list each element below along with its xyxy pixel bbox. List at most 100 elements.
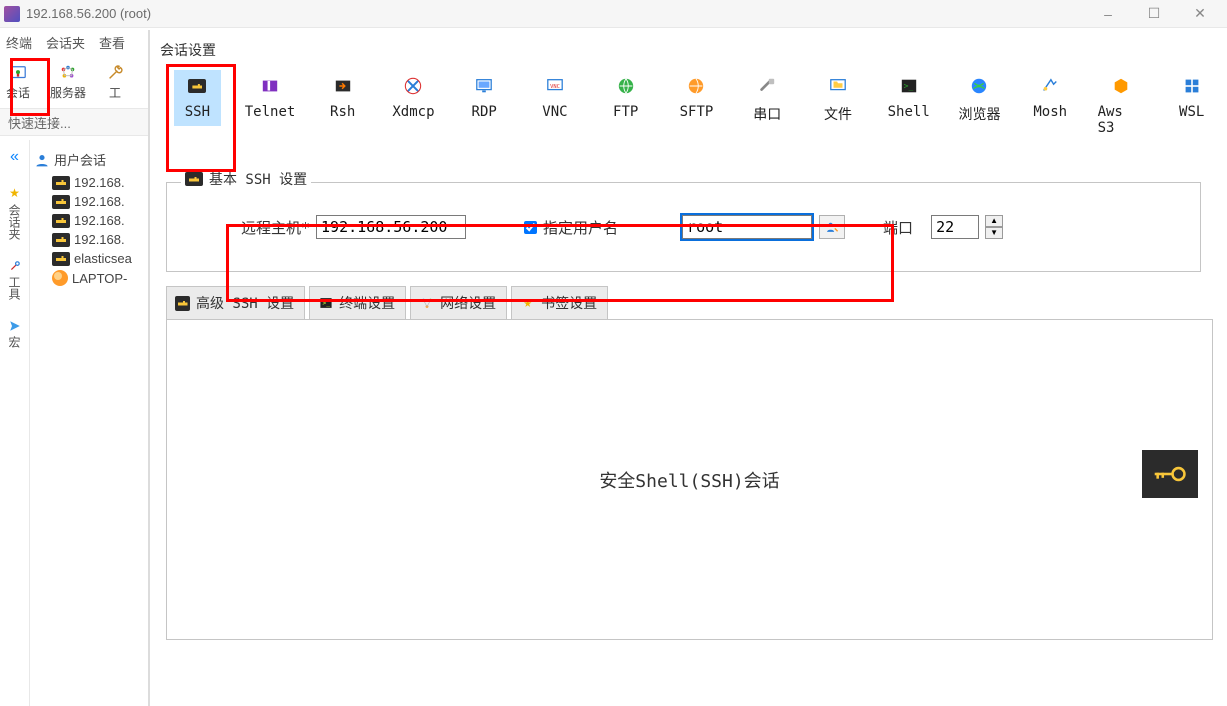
protocol-ssh-label: SSH: [185, 104, 210, 120]
close-button[interactable]: ✕: [1177, 0, 1223, 28]
minimize-button[interactable]: –: [1085, 0, 1131, 28]
tree-item-4[interactable]: 192.168.: [52, 232, 146, 247]
tab-network[interactable]: 网络设置: [410, 286, 507, 319]
protocol-rsh[interactable]: Rsh: [319, 70, 366, 126]
tab-terminal[interactable]: >_ 终端设置: [309, 286, 406, 319]
session-type-caption: 安全Shell(SSH)会话: [599, 467, 779, 493]
protocol-browser-label: 浏览器: [958, 104, 1000, 124]
toolbar-tools-label: 工: [109, 84, 121, 101]
tree-item-1-label: 192.168.: [74, 175, 125, 190]
rail-tab-tools[interactable]: 工具: [6, 260, 23, 300]
ssh-icon: [187, 76, 207, 96]
serial-icon: [757, 76, 777, 96]
rail-tab-sessions-label: 会话夹: [6, 204, 23, 240]
toolbar-tools[interactable]: 工: [106, 64, 124, 101]
tree-item-5[interactable]: elasticsea: [52, 251, 146, 266]
key-icon: [52, 214, 70, 228]
network-icon: [419, 296, 434, 311]
menu-terminal[interactable]: 终端: [6, 33, 32, 52]
svg-text:>_: >_: [322, 300, 330, 307]
tools-icon: [106, 64, 124, 82]
protocol-ftp[interactable]: FTP: [602, 70, 649, 126]
svg-text:▌: ▌: [267, 81, 273, 92]
protocol-mosh[interactable]: Mosh: [1027, 70, 1074, 126]
port-spin-down[interactable]: ▼: [985, 227, 1003, 239]
protocol-xdmcp[interactable]: Xdmcp: [390, 70, 437, 126]
protocol-sftp[interactable]: SFTP: [673, 70, 720, 126]
protocol-serial[interactable]: 串口: [744, 70, 791, 130]
xdmcp-icon: [403, 76, 423, 96]
protocol-file-label: 文件: [824, 104, 852, 124]
protocol-mosh-label: Mosh: [1033, 104, 1067, 120]
svg-text:>_: >_: [903, 81, 913, 91]
tab-bookmark[interactable]: ★ 书签设置: [511, 286, 608, 319]
protocol-telnet-label: Telnet: [245, 104, 296, 120]
protocol-row: SSH ▌ Telnet Rsh Xdmcp RDP VNC VNC FTP S…: [156, 68, 1223, 144]
toolbar-server[interactable]: 服务器: [50, 64, 86, 101]
username-input-wrapper: [680, 213, 814, 241]
session-tree: 用户会话 192.168. 192.168. 192.168. 192.168.…: [30, 140, 150, 294]
tree-item-2[interactable]: 192.168.: [52, 194, 146, 209]
sftp-icon: [686, 76, 706, 96]
specify-username-checkbox[interactable]: [524, 221, 537, 234]
remote-host-label: 远程主机*: [241, 217, 310, 238]
protocol-shell-label: Shell: [888, 104, 930, 120]
protocol-sftp-label: SFTP: [680, 104, 714, 120]
protocol-shell[interactable]: >_ Shell: [885, 70, 932, 126]
toolbar-session[interactable]: 会话: [6, 64, 30, 101]
protocol-rdp-label: RDP: [472, 104, 497, 120]
key-icon: [52, 252, 70, 266]
protocol-telnet[interactable]: ▌ Telnet: [245, 70, 296, 126]
user-lookup-button[interactable]: [819, 215, 845, 239]
key-icon: [185, 172, 203, 186]
svg-text:VNC: VNC: [550, 84, 560, 90]
telnet-icon: ▌: [260, 76, 280, 96]
protocol-vnc[interactable]: VNC VNC: [532, 70, 579, 126]
tab-advanced-ssh[interactable]: 高级 SSH 设置: [166, 286, 305, 319]
rail-tab-tools-label: 工具: [6, 276, 23, 300]
app-icon: [4, 6, 20, 22]
protocol-browser[interactable]: 浏览器: [956, 70, 1003, 130]
ftp-icon: [616, 76, 636, 96]
port-spin-up[interactable]: ▲: [985, 215, 1003, 227]
tab-network-label: 网络设置: [440, 293, 496, 313]
rail-tab-macro-label: 宏: [6, 336, 23, 348]
window-titlebar: 192.168.56.200 (root) – ☐ ✕: [0, 0, 1227, 28]
mosh-icon: [1040, 76, 1060, 96]
protocol-file[interactable]: 文件: [815, 70, 862, 130]
menu-view[interactable]: 查看: [99, 33, 125, 52]
menu-sessions[interactable]: 会话夹: [46, 33, 85, 52]
protocol-ssh[interactable]: SSH: [174, 70, 221, 126]
tree-root-label: 用户会话: [54, 150, 106, 169]
globe-icon: [52, 270, 68, 286]
browser-icon: [969, 76, 989, 96]
port-spinner[interactable]: ▲ ▼: [985, 215, 1003, 239]
remote-host-input[interactable]: [316, 215, 466, 239]
wrench-icon: [9, 260, 21, 272]
basic-ssh-settings-group: 基本 SSH 设置 远程主机* 指定用户名 端口 ▲ ▼: [166, 182, 1201, 272]
tree-item-4-label: 192.168.: [74, 232, 125, 247]
tree-item-3[interactable]: 192.168.: [52, 213, 146, 228]
maximize-button[interactable]: ☐: [1131, 0, 1177, 28]
tree-item-1[interactable]: 192.168.: [52, 175, 146, 190]
rdp-icon: [474, 76, 494, 96]
port-input[interactable]: [931, 215, 979, 239]
key-icon: [52, 195, 70, 209]
session-icon: [9, 64, 27, 82]
rail-tab-sessions[interactable]: ★会话夹: [6, 186, 23, 240]
tab-bookmark-label: 书签设置: [541, 293, 597, 313]
window-title: 192.168.56.200 (root): [26, 6, 151, 21]
username-input[interactable]: [682, 215, 812, 239]
tree-item-6[interactable]: LAPTOP-: [52, 270, 146, 286]
session-settings-dialog: 会话设置 SSH ▌ Telnet Rsh Xdmcp RDP VNC VNC …: [148, 30, 1227, 706]
tree-root-user-sessions[interactable]: 用户会话: [34, 150, 146, 169]
protocol-rdp[interactable]: RDP: [461, 70, 508, 126]
collapse-rail-button[interactable]: «: [10, 148, 19, 166]
rail-tab-macro[interactable]: 宏: [6, 320, 23, 348]
file-icon: [828, 76, 848, 96]
protocol-wsl[interactable]: WSL: [1168, 70, 1215, 126]
protocol-vnc-label: VNC: [542, 104, 567, 120]
protocol-aws-s3[interactable]: Aws S3: [1098, 70, 1145, 142]
quick-connect-row[interactable]: 快速连接...: [0, 108, 150, 136]
toolbar-session-label: 会话: [6, 84, 30, 101]
